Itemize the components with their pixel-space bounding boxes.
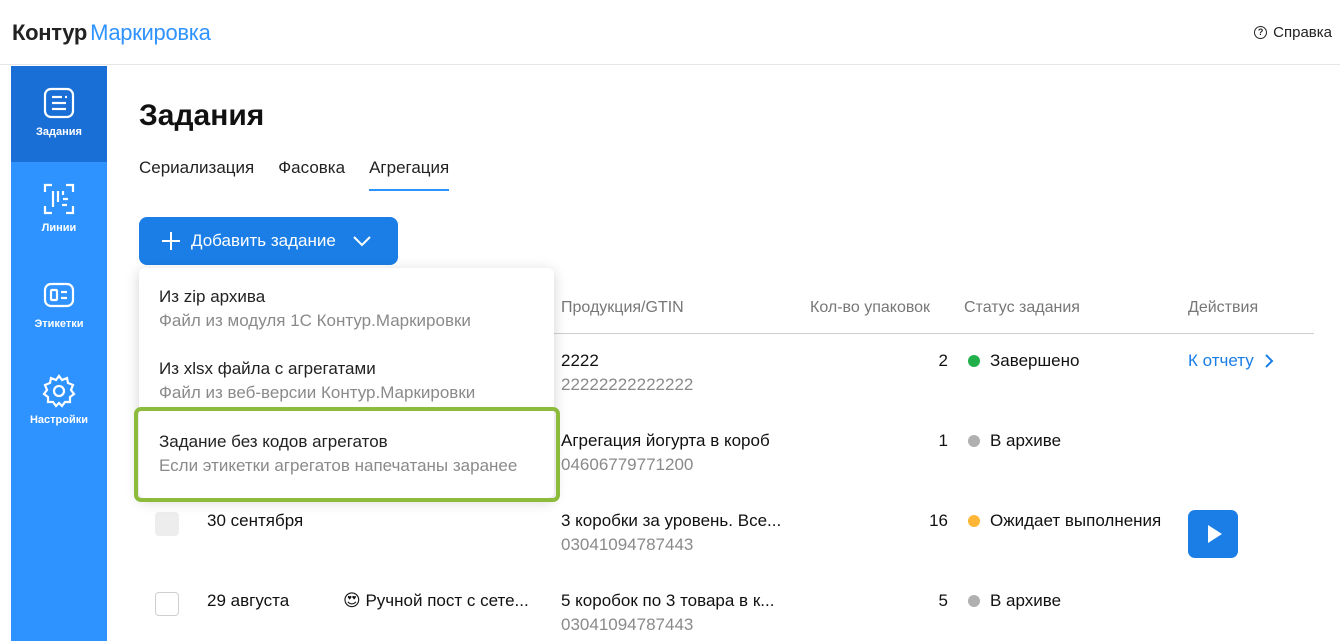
package-count: 5 bbox=[938, 591, 948, 610]
sidebar-item-label: Этикетки bbox=[34, 318, 84, 330]
status-label: Завершено bbox=[990, 351, 1080, 370]
help-label: Справка bbox=[1273, 24, 1332, 41]
label-icon bbox=[43, 282, 75, 308]
tasks-icon bbox=[43, 87, 75, 119]
tabs: Сериализация Фасовка Агрегация bbox=[139, 158, 450, 191]
play-button[interactable] bbox=[1188, 510, 1238, 558]
row-checkbox[interactable] bbox=[155, 512, 179, 536]
product-gtin: 03041094787443 bbox=[561, 615, 694, 634]
status-badge: Завершено bbox=[968, 351, 1079, 371]
column-header-product[interactable]: Продукция/GTIN bbox=[561, 299, 684, 317]
task-date: 30 сентября bbox=[207, 511, 304, 530]
dropdown-item-subtitle: Файл из модуля 1С Контур.Маркировки bbox=[159, 311, 471, 330]
highlight-frame bbox=[134, 407, 560, 502]
row-checkbox[interactable] bbox=[155, 592, 179, 616]
dropdown-item-xlsx[interactable]: Из xlsx файла с агрегатами Файл из веб-в… bbox=[139, 358, 554, 404]
product-name: 5 коробок по 3 товара в к... bbox=[561, 591, 775, 610]
logo-brand: Контур bbox=[12, 20, 88, 45]
sidebar-item-tasks[interactable]: Задания bbox=[11, 66, 107, 162]
status-badge: В архиве bbox=[968, 431, 1061, 451]
top-bar: Контур Маркировка ? Справка bbox=[0, 0, 1340, 65]
sidebar-item-label: Линии bbox=[41, 222, 77, 234]
logo-product: Маркировка bbox=[90, 20, 211, 45]
product-name: Агрегация йогурта в короб bbox=[561, 431, 770, 450]
report-link[interactable]: К отчету bbox=[1188, 351, 1274, 371]
status-dot bbox=[968, 515, 980, 527]
product-gtin: 04606779771200 bbox=[561, 455, 694, 474]
package-count: 16 bbox=[929, 511, 948, 530]
status-badge: В архиве bbox=[968, 591, 1061, 611]
task-line: 😍 Ручной пост с сете... bbox=[343, 591, 529, 610]
question-icon: ? bbox=[1254, 26, 1268, 39]
task-date: 29 августа bbox=[207, 591, 290, 610]
sidebar-item-label: Задания bbox=[36, 126, 82, 138]
dropdown-item-title: Из xlsx файла с агрегатами bbox=[159, 359, 376, 378]
product-gtin: 22222222222222 bbox=[561, 375, 694, 394]
lines-icon bbox=[43, 183, 75, 215]
chevron-down-icon bbox=[353, 236, 371, 247]
tab-packing[interactable]: Фасовка bbox=[278, 158, 345, 191]
help-link[interactable]: ? Справка bbox=[1254, 24, 1332, 41]
chevron-right-icon bbox=[1265, 354, 1274, 368]
page-title: Задания bbox=[139, 99, 265, 132]
tab-aggregation[interactable]: Агрегация bbox=[369, 158, 450, 191]
sidebar: Задания Линии Этикетки Настройки bbox=[11, 66, 107, 641]
sidebar-item-lines[interactable]: Линии bbox=[11, 162, 107, 258]
sidebar-item-label: Настройки bbox=[29, 414, 89, 426]
status-dot bbox=[968, 355, 980, 367]
package-count: 1 bbox=[938, 431, 948, 450]
dropdown-item-zip[interactable]: Из zip архива Файл из модуля 1С Контур.М… bbox=[139, 286, 554, 332]
column-header-status[interactable]: Статус задания bbox=[964, 299, 1080, 317]
status-dot bbox=[968, 595, 980, 607]
status-dot bbox=[968, 435, 980, 447]
column-header-actions: Действия bbox=[1188, 299, 1259, 316]
product-gtin: 03041094787443 bbox=[561, 535, 694, 554]
product-name: 2222 bbox=[561, 351, 599, 370]
gear-icon bbox=[42, 374, 76, 408]
plus-icon bbox=[162, 232, 180, 250]
status-label: Ожидает выполнения bbox=[990, 511, 1162, 530]
logo[interactable]: Контур Маркировка bbox=[12, 20, 211, 46]
add-task-button[interactable]: Добавить задание bbox=[139, 217, 398, 265]
status-label: В архиве bbox=[990, 591, 1062, 610]
add-task-label: Добавить задание bbox=[191, 231, 336, 250]
dropdown-item-subtitle: Файл из веб-версии Контур.Маркировки bbox=[159, 383, 476, 402]
package-count: 2 bbox=[938, 351, 948, 370]
column-header-count[interactable]: Кол-во упаковок bbox=[810, 299, 930, 317]
dropdown-item-title: Из zip архива bbox=[159, 287, 266, 306]
report-link-label: К отчету bbox=[1188, 351, 1254, 370]
sidebar-item-labels[interactable]: Этикетки bbox=[11, 258, 107, 354]
status-label: В архиве bbox=[990, 431, 1062, 450]
status-badge: Ожидает выполнения bbox=[968, 511, 1161, 531]
tab-serialization[interactable]: Сериализация bbox=[139, 158, 254, 191]
product-name: 3 коробки за уровень. Все... bbox=[561, 511, 782, 530]
sidebar-item-settings[interactable]: Настройки bbox=[11, 354, 107, 450]
